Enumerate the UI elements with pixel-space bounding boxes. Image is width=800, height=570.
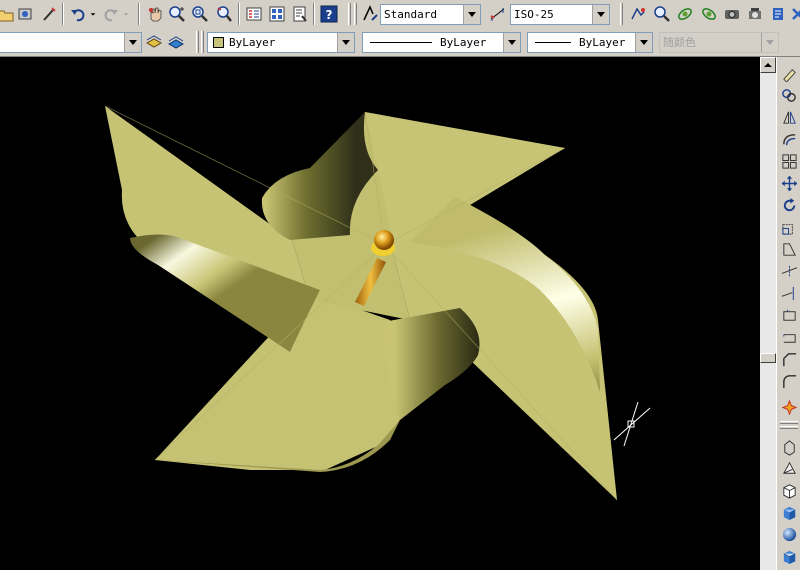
chevron-down-icon[interactable] (503, 33, 520, 52)
copy-icon[interactable] (779, 85, 799, 105)
sphere-icon[interactable] (779, 524, 799, 544)
layer-states-icon[interactable] (628, 4, 648, 24)
properties-icon[interactable] (244, 4, 264, 24)
design-center-icon[interactable] (267, 4, 287, 24)
undo-icon[interactable] (68, 4, 88, 24)
vertical-scrollbar[interactable] (760, 57, 776, 570)
dim-style-combo[interactable]: ISO-25 (510, 4, 610, 25)
linetype-preview (370, 41, 432, 43)
blade-bottom-curl (383, 308, 480, 420)
model-space-viewport[interactable] (0, 57, 760, 570)
join-icon[interactable] (779, 327, 799, 347)
chamfer-icon[interactable] (779, 349, 799, 369)
standard-toolbar: ? Standard ISO-25 (0, 0, 800, 30)
dim-style-icon[interactable] (488, 4, 508, 24)
text-style-icon[interactable] (360, 4, 380, 24)
orbit-icon[interactable] (675, 4, 695, 24)
scale-icon[interactable] (779, 217, 799, 237)
offset-icon[interactable] (779, 129, 799, 149)
camera-icon[interactable] (722, 4, 742, 24)
svg-text:?: ? (326, 8, 333, 22)
make-object-layer-current-icon[interactable] (144, 32, 164, 52)
box-icon[interactable] (779, 480, 799, 500)
zoom-realtime-icon[interactable] (167, 4, 187, 24)
linetype-combo[interactable]: ByLayer (362, 32, 521, 53)
explode-icon[interactable] (779, 397, 799, 417)
chevron-down-icon[interactable] (463, 5, 480, 24)
render-icon[interactable] (768, 4, 788, 24)
crosshair-cursor (613, 401, 651, 447)
match-properties-icon[interactable] (39, 4, 59, 24)
lineweight-combo[interactable]: ByLayer (527, 32, 653, 53)
undo-dropdown-icon[interactable] (88, 4, 98, 24)
close-icon[interactable] (788, 4, 800, 24)
tool-palettes-icon[interactable] (290, 4, 310, 24)
text-style-combo[interactable]: Standard (380, 4, 481, 25)
stretch-icon[interactable] (779, 239, 799, 259)
redo-dropdown-icon[interactable] (121, 4, 131, 24)
properties-toolbar: ByLayer ByLayer ByLayer 随颜色 (0, 29, 800, 57)
plot-style-combo: 随颜色 (659, 32, 779, 53)
fillet-icon[interactable] (779, 371, 799, 391)
scroll-thumb[interactable] (760, 353, 776, 363)
help-icon[interactable]: ? (319, 4, 339, 24)
chevron-down-icon[interactable] (635, 33, 652, 52)
box-shaded-icon[interactable] (779, 502, 799, 522)
trim-icon[interactable] (779, 261, 799, 281)
array-icon[interactable] (779, 151, 799, 171)
layer-previous-icon[interactable] (166, 32, 186, 52)
cube-icon[interactable] (779, 546, 799, 566)
pinwheel-3d-solid (104, 105, 651, 501)
zoom-icon[interactable] (652, 4, 672, 24)
publish-icon[interactable] (15, 4, 35, 24)
open-icon[interactable] (0, 4, 16, 24)
chevron-down-icon[interactable] (337, 33, 354, 52)
chevron-down-icon (761, 33, 778, 52)
move-icon[interactable] (779, 173, 799, 193)
modify-toolbar (776, 57, 800, 570)
zoom-previous-icon[interactable] (214, 4, 234, 24)
pan-icon[interactable] (145, 4, 165, 24)
color-swatch (213, 36, 224, 48)
extend-icon[interactable] (779, 283, 799, 303)
layer-combo[interactable] (0, 32, 142, 53)
zoom-window-icon[interactable] (190, 4, 210, 24)
chevron-down-icon[interactable] (592, 5, 609, 24)
erase-icon[interactable] (779, 63, 799, 83)
swivel-icon[interactable] (699, 4, 719, 24)
color-combo[interactable]: ByLayer (207, 32, 355, 53)
walk-icon[interactable] (745, 4, 765, 24)
redo-icon[interactable] (101, 4, 121, 24)
chevron-down-icon[interactable] (124, 33, 141, 52)
box-wire-icon[interactable] (779, 437, 799, 457)
mirror-icon[interactable] (779, 107, 799, 127)
break-icon[interactable] (779, 305, 799, 325)
scroll-up-arrow-icon[interactable] (760, 57, 776, 73)
pin-head (374, 230, 394, 250)
rotate-icon[interactable] (779, 195, 799, 215)
wedge-icon[interactable] (779, 458, 799, 478)
lineweight-preview (535, 41, 571, 43)
